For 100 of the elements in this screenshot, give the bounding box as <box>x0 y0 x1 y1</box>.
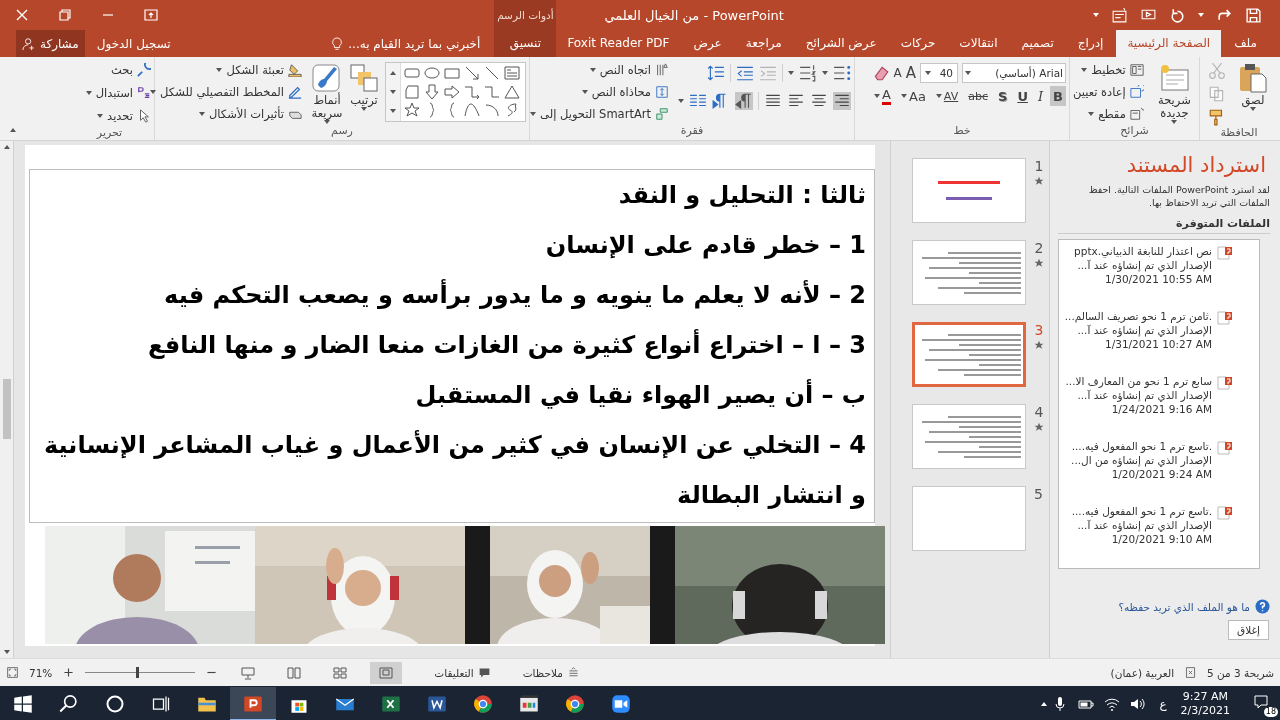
spacing-button[interactable]: AV <box>932 86 962 106</box>
close-button[interactable]: إغلاق <box>1228 620 1269 640</box>
section-button[interactable]: مقطع <box>1088 104 1144 124</box>
spelling-icon[interactable] <box>1184 666 1198 679</box>
save-icon[interactable] <box>1245 6 1262 24</box>
transitions-tab[interactable]: انتقالات <box>948 30 1009 57</box>
zoom-slider-thumb[interactable] <box>136 667 140 678</box>
paste-button[interactable]: لصق <box>1231 60 1275 126</box>
align-right-icon[interactable] <box>833 92 851 110</box>
right-to-left-icon[interactable] <box>735 92 753 110</box>
change-case-button[interactable]: Aa <box>898 86 929 106</box>
tell-me-field[interactable]: أخبرني بما تريد القيام به... <box>330 36 481 51</box>
design-tab[interactable]: تصميم <box>1010 30 1065 57</box>
star-icon[interactable] <box>404 102 420 119</box>
find-button[interactable]: بحث <box>111 60 151 80</box>
line-spacing-icon[interactable] <box>707 64 725 82</box>
decrease-indent-icon[interactable] <box>736 64 754 82</box>
shape-effects-button[interactable]: تأثيرات الأشكال <box>199 104 302 124</box>
caret-icon[interactable] <box>1198 13 1204 17</box>
clock[interactable]: 9:27 AM 2/3/2021 <box>1180 689 1230 718</box>
bold-button[interactable]: B <box>1050 86 1066 106</box>
font-size-field[interactable]: 40 <box>920 63 958 83</box>
arrow-line-icon[interactable] <box>464 65 480 81</box>
zoom-level[interactable]: 71% <box>29 666 53 679</box>
foxit-tab[interactable]: Foxit Reader PDF <box>556 30 681 57</box>
insert-tab[interactable]: إدراج <box>1066 30 1115 57</box>
arc-icon[interactable] <box>484 102 500 119</box>
notes-button[interactable]: ملاحظات <box>522 666 580 679</box>
align-text-button[interactable]: محاذاة النص <box>581 82 669 102</box>
line-icon[interactable] <box>484 65 500 81</box>
fit-slide-icon[interactable] <box>6 666 19 679</box>
slide-thumbnail[interactable] <box>912 322 1026 387</box>
file-date: 1/20/2021 9:10 AM <box>1110 532 1212 546</box>
arrange-button[interactable]: ترتيب <box>348 60 380 124</box>
slide-text-line: 3 – ا – اختراع أنواع كثيرة من الغازات منعا الضار و منها النافع <box>147 328 866 361</box>
scroll-up-icon[interactable] <box>390 70 396 75</box>
collapse-ribbon-icon[interactable] <box>10 128 16 132</box>
file-tab[interactable]: ملف <box>1223 30 1268 57</box>
elbow-connector-icon[interactable] <box>464 83 480 100</box>
caret-icon[interactable] <box>1093 13 1099 17</box>
slide-thumbnail[interactable] <box>912 240 1026 305</box>
triangle-icon[interactable] <box>504 83 520 100</box>
shape-outline-button[interactable]: المخطط التفصيلي للشكل <box>150 82 302 102</box>
group-label: فقرة <box>679 124 705 139</box>
sign-in-link[interactable]: تسجيل الدخول <box>96 36 171 51</box>
grow-font-button[interactable]: A <box>905 64 916 82</box>
file-name[interactable]: .تاسع ترم 1 نحو المفعول فيه.... <box>1071 504 1212 518</box>
share-button[interactable]: مشاركة <box>16 30 85 57</box>
file-name[interactable]: نص اعتذار للنابغة الذبياني.pptx <box>1074 244 1212 258</box>
down-arrow-icon[interactable] <box>424 83 440 100</box>
bulleted-list-icon[interactable] <box>833 64 851 82</box>
close-icon[interactable] <box>14 7 30 23</box>
quick-styles-button[interactable]: أنماط سريعة <box>311 60 343 124</box>
italic-button[interactable]: I <box>1034 86 1047 106</box>
comments-button[interactable]: التعليقات <box>434 666 491 679</box>
select-button[interactable]: تحديد <box>97 106 151 126</box>
review-tab[interactable]: مراجعة <box>734 30 793 57</box>
smartart-button[interactable]: التحويل إلى SmartArt <box>530 104 669 124</box>
new-slide-button[interactable]: شريحة جديدة <box>1152 60 1196 124</box>
shadow-button[interactable]: S <box>995 86 1011 106</box>
font-name-field[interactable]: Arial (أساسي) <box>962 63 1066 83</box>
new-slide-icon[interactable] <box>1111 6 1128 24</box>
shrink-font-button[interactable]: A <box>893 66 902 80</box>
scroll-down-icon[interactable] <box>390 90 396 94</box>
strikethrough-button[interactable]: abc <box>965 86 991 106</box>
slideshow-tab[interactable]: عرض الشرائح <box>794 30 888 57</box>
layout-button[interactable]: تخطيط <box>1081 60 1144 80</box>
undo-icon[interactable] <box>1169 6 1186 24</box>
right-arrow-icon[interactable] <box>444 83 460 100</box>
file-name[interactable]: .تاسع ترم 1 نحو المفعول فيه.... <box>1071 439 1212 453</box>
reset-button[interactable]: إعادة تعيين <box>1073 82 1144 102</box>
ribbon-display-icon[interactable] <box>143 7 159 23</box>
animations-tab[interactable]: حركات <box>889 30 947 57</box>
view-tab[interactable]: عرض <box>682 30 733 57</box>
home-tab[interactable]: الصفحة الرئيسية <box>1116 30 1222 57</box>
text-box-frame[interactable] <box>29 169 875 523</box>
group-label: تحرير <box>95 126 124 140</box>
scrollbar[interactable] <box>0 141 14 658</box>
slide-thumbnail[interactable] <box>912 404 1026 469</box>
slide-thumbnail[interactable] <box>912 486 1026 551</box>
more-shapes-icon[interactable] <box>390 109 396 114</box>
powerpoint-icon[interactable] <box>230 686 276 720</box>
language-indicator[interactable]: العربية (عمان) <box>1110 666 1175 679</box>
numbered-list-icon[interactable] <box>799 64 817 82</box>
replace-button[interactable]: استبدال <box>85 83 151 103</box>
slide-thumbnail[interactable] <box>912 158 1026 223</box>
curve-icon[interactable] <box>464 102 480 119</box>
help-link[interactable]: ما هو الملف الذي تريد حفظه؟ <box>1118 600 1250 613</box>
font-color-button[interactable]: A <box>871 86 894 106</box>
format-tab[interactable]: تنسيق <box>494 30 557 57</box>
plus-icon[interactable] <box>62 666 76 679</box>
shape-fill-button[interactable]: تعبئة الشكل <box>216 60 302 80</box>
show-hidden-icon[interactable] <box>1041 701 1048 706</box>
pentagon-icon[interactable] <box>404 83 420 100</box>
input-language[interactable]: ع <box>1159 696 1167 711</box>
file-name[interactable]: .ثامن ترم 1 نحو تصريف السالم... <box>1064 309 1212 323</box>
text-direction-button[interactable]: اتجاه النص <box>589 60 669 80</box>
underline-button[interactable]: U <box>1014 86 1031 106</box>
file-name[interactable]: سابع ترم 1 نحو من المعارف الا... <box>1065 374 1212 388</box>
restore-icon[interactable] <box>57 7 73 23</box>
